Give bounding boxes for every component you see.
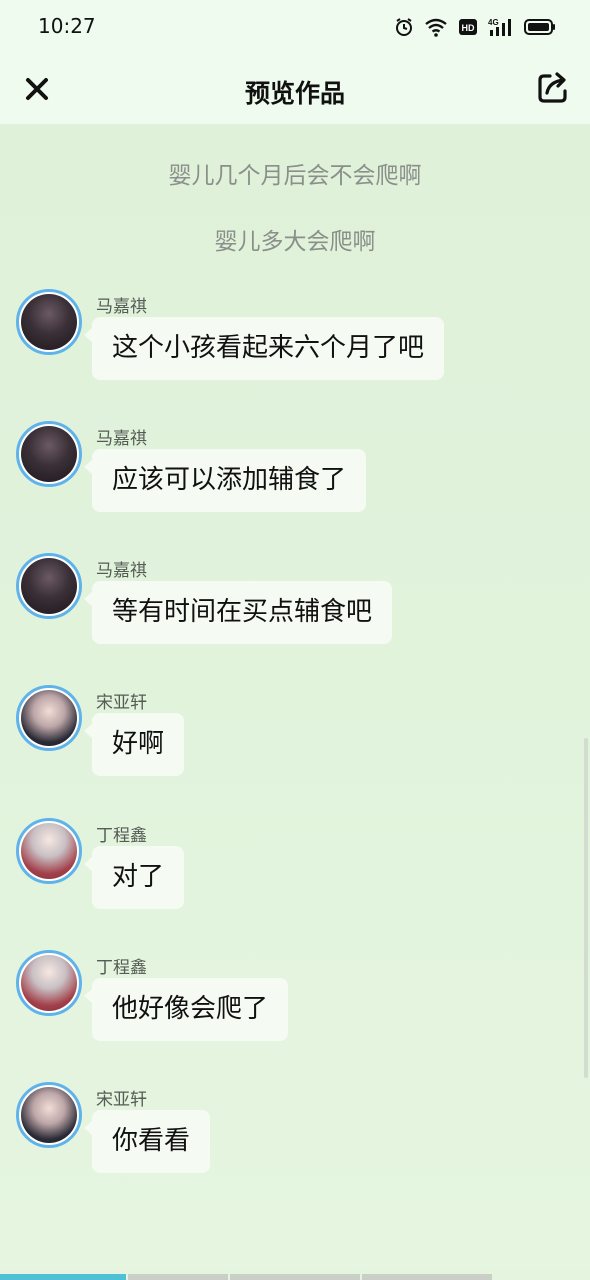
share-icon xyxy=(538,72,567,103)
svg-text:4G: 4G xyxy=(488,18,499,27)
sender-name: 丁程鑫 xyxy=(96,958,147,978)
narration-text: 婴儿几个月后会不会爬啊 xyxy=(168,163,422,189)
chat-message: 马嘉祺 应该可以添加辅食了 xyxy=(0,421,590,531)
avatar[interactable] xyxy=(16,553,82,619)
chat-message: 丁程鑫 对了 xyxy=(0,818,590,928)
playback-progress[interactable] xyxy=(0,1274,590,1280)
message-bubble[interactable]: 对了 xyxy=(83,846,185,909)
chat-message: 马嘉祺 等有时间在买点辅食吧 xyxy=(0,553,590,663)
status-icons: HD 4G xyxy=(394,14,556,40)
chat-message: 宋亚轩 好啊 xyxy=(0,685,590,795)
message-bubble[interactable]: 应该可以添加辅食了 xyxy=(83,449,367,512)
header: 预览作品 xyxy=(0,56,590,124)
scrollbar[interactable] xyxy=(584,738,588,1078)
hd-icon: HD xyxy=(459,19,477,35)
chat-message: 马嘉祺 这个小孩看起来六个月了吧 xyxy=(0,289,590,399)
avatar[interactable] xyxy=(16,1082,82,1148)
progress-segment xyxy=(230,1274,360,1280)
alarm-icon xyxy=(396,18,412,36)
progress-segment xyxy=(362,1274,492,1280)
sender-name: 丁程鑫 xyxy=(96,826,147,846)
status-time: 10:27 xyxy=(38,14,96,38)
message-bubble[interactable]: 好啊 xyxy=(83,713,185,776)
message-bubble[interactable]: 这个小孩看起来六个月了吧 xyxy=(83,317,445,380)
avatar[interactable] xyxy=(16,950,82,1016)
message-bubble[interactable]: 等有时间在买点辅食吧 xyxy=(83,581,393,644)
status-bar: 10:27 HD 4G xyxy=(0,0,590,56)
message-bubble[interactable]: 你看看 xyxy=(83,1110,211,1173)
sender-name: 宋亚轩 xyxy=(96,693,147,713)
avatar[interactable] xyxy=(16,421,82,487)
chat-message: 丁程鑫 他好像会爬了 xyxy=(0,950,590,1060)
signal-4g-icon: 4G xyxy=(488,18,511,36)
message-bubble[interactable]: 他好像会爬了 xyxy=(83,978,289,1041)
battery-icon xyxy=(524,19,555,35)
chat-message: 宋亚轩 你看看 xyxy=(0,1082,590,1192)
progress-segment xyxy=(128,1274,228,1280)
sender-name: 宋亚轩 xyxy=(96,1090,147,1110)
share-button[interactable] xyxy=(534,68,572,108)
avatar[interactable] xyxy=(16,289,82,355)
narration-text: 婴儿多大会爬啊 xyxy=(214,229,376,255)
sender-name: 马嘉祺 xyxy=(96,429,147,449)
avatar[interactable] xyxy=(16,818,82,884)
sender-name: 马嘉祺 xyxy=(96,561,147,581)
page-title: 预览作品 xyxy=(244,79,345,108)
chat-content[interactable]: 婴儿几个月后会不会爬啊 婴儿多大会爬啊 马嘉祺 这个小孩看起来六个月了吧 马嘉祺… xyxy=(0,124,590,1270)
avatar[interactable] xyxy=(16,685,82,751)
progress-segment xyxy=(0,1274,126,1280)
wifi-icon xyxy=(425,18,447,37)
progress-segment xyxy=(494,1274,590,1280)
sender-name: 马嘉祺 xyxy=(96,297,147,317)
svg-text:HD: HD xyxy=(462,23,475,33)
